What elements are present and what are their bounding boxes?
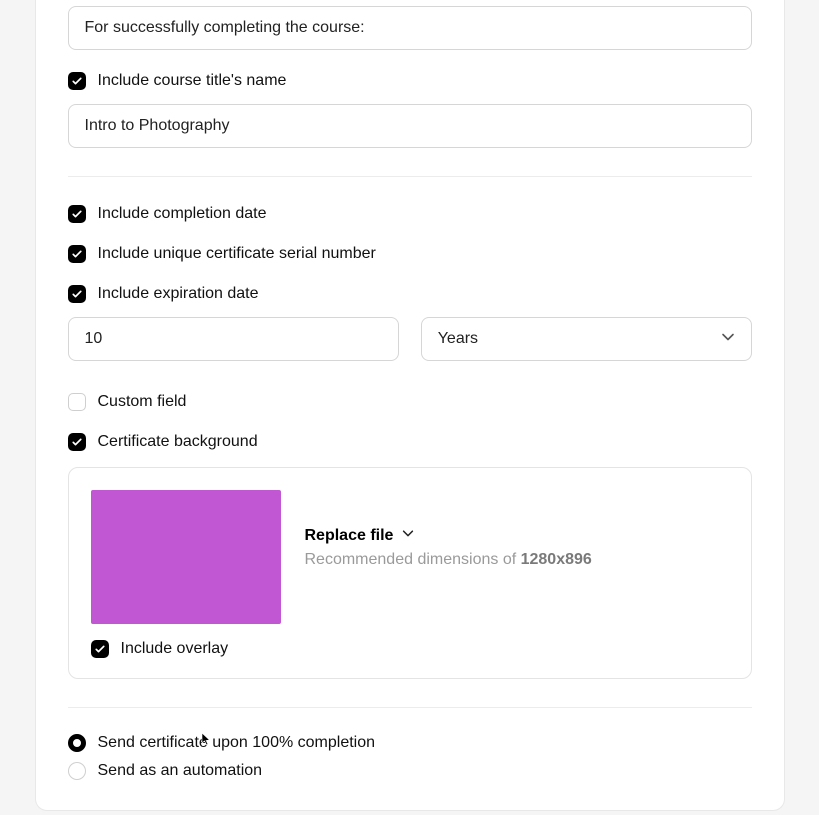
certificate-background-checkbox[interactable]	[68, 433, 86, 451]
check-icon	[94, 643, 106, 655]
expiration-unit-select[interactable]	[421, 317, 752, 361]
send-on-completion-label: Send certificate upon 100% completion	[98, 734, 376, 752]
send-as-automation-row: Send as an automation	[68, 762, 752, 780]
include-expiration-checkbox[interactable]	[68, 285, 86, 303]
course-title-input[interactable]	[68, 104, 752, 148]
include-overlay-label: Include overlay	[121, 640, 229, 658]
expiration-unit-display[interactable]	[421, 317, 752, 361]
check-icon	[71, 436, 83, 448]
include-course-title-checkbox[interactable]	[68, 72, 86, 90]
include-course-title-label: Include course title's name	[98, 72, 287, 90]
recommended-dimensions-text: Recommended dimensions of 1280x896	[305, 551, 592, 569]
include-expiration-row: Include expiration date	[68, 285, 752, 303]
divider	[68, 707, 752, 708]
chevron-down-icon	[401, 526, 415, 545]
check-icon	[71, 288, 83, 300]
expiration-inputs-row	[68, 317, 752, 361]
send-as-automation-radio[interactable]	[68, 762, 86, 780]
check-icon	[71, 248, 83, 260]
divider	[68, 176, 752, 177]
background-upload-card: Replace file Recommended dimensions of 1…	[68, 467, 752, 679]
certificate-settings-panel: Include course title's name Include comp…	[35, 0, 785, 811]
include-overlay-row: Include overlay	[91, 640, 729, 658]
include-expiration-label: Include expiration date	[98, 285, 259, 303]
send-on-completion-radio[interactable]	[68, 734, 86, 752]
replace-file-button[interactable]: Replace file	[305, 526, 592, 545]
certificate-background-row: Certificate background	[68, 433, 752, 451]
include-course-title-row: Include course title's name	[68, 72, 752, 90]
check-icon	[71, 208, 83, 220]
include-overlay-checkbox[interactable]	[91, 640, 109, 658]
replace-file-label: Replace file	[305, 527, 394, 545]
custom-field-checkbox[interactable]	[68, 393, 86, 411]
include-completion-date-label: Include completion date	[98, 205, 267, 223]
include-completion-date-row: Include completion date	[68, 205, 752, 223]
include-serial-label: Include unique certificate serial number	[98, 245, 376, 263]
completion-text-input[interactable]	[68, 6, 752, 50]
certificate-background-label: Certificate background	[98, 433, 258, 451]
expiration-amount-input[interactable]	[68, 317, 399, 361]
include-completion-date-checkbox[interactable]	[68, 205, 86, 223]
send-as-automation-label: Send as an automation	[98, 762, 263, 780]
check-icon	[71, 75, 83, 87]
background-thumbnail[interactable]	[91, 490, 281, 624]
send-on-completion-row: Send certificate upon 100% completion	[68, 734, 752, 752]
include-serial-checkbox[interactable]	[68, 245, 86, 263]
custom-field-label: Custom field	[98, 393, 187, 411]
custom-field-row: Custom field	[68, 393, 752, 411]
include-serial-row: Include unique certificate serial number	[68, 245, 752, 263]
